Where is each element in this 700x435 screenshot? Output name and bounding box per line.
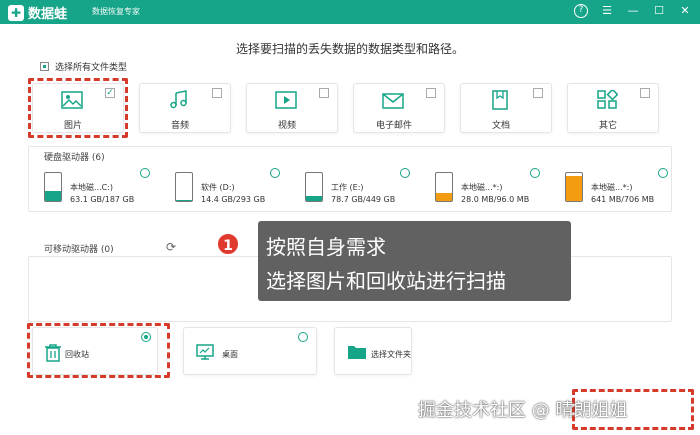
checkbox-icon[interactable] — [40, 62, 49, 71]
file-type-checkbox[interactable] — [212, 88, 222, 98]
video-icon — [275, 89, 297, 111]
drive-name: 工作 (E:) — [331, 183, 364, 192]
instruction-tooltip: 按照自身需求 选择图片和回收站进行扫描 — [258, 221, 571, 301]
select-all-label: 选择所有文件类型 — [55, 63, 128, 73]
app-subtitle: 数据恢复专家 — [92, 7, 140, 16]
location-label: 桌面 — [222, 350, 238, 359]
drive-name: 软件 (D:) — [201, 183, 235, 192]
file-type-label: 视频 — [277, 121, 296, 131]
minimize-icon[interactable]: — — [626, 4, 640, 18]
file-type-checkbox[interactable] — [533, 88, 543, 98]
drive-size: 63.1 GB/187 GB — [70, 195, 135, 204]
page-heading: 选择要扫描的丢失数据的数据类型和路径。 — [235, 42, 464, 56]
location-label: 选择文件夹 — [371, 350, 411, 359]
step-number-badge: 1 — [216, 232, 240, 256]
help-icon[interactable]: ? — [574, 4, 588, 18]
drive-icon — [565, 172, 583, 202]
file-type-checkbox[interactable] — [640, 88, 650, 98]
file-type-label: 音频 — [170, 121, 189, 131]
file-type-audio[interactable]: 音频 — [139, 83, 231, 133]
drive-size: 78.7 GB/449 GB — [331, 195, 396, 204]
tooltip-line-2: 选择图片和回收站进行扫描 — [266, 269, 506, 293]
drive-icon — [44, 172, 62, 202]
app-logo: ✚ 数据蛙 — [8, 3, 67, 22]
file-type-other[interactable]: 其它 — [567, 83, 659, 133]
folder-icon — [347, 344, 367, 363]
drive-radio[interactable] — [658, 168, 668, 178]
drive-radio[interactable] — [270, 168, 280, 178]
refresh-icon[interactable]: ⟳ — [166, 240, 176, 254]
select-all-checkbox[interactable]: 选择所有文件类型 — [40, 60, 127, 73]
drive-icon — [305, 172, 323, 202]
drive-name: 本地磁...C:) — [70, 183, 114, 192]
app-name: 数据蛙 — [28, 7, 68, 22]
hard-drive-section-label: 硬盘驱动器 (6) — [44, 153, 105, 163]
file-type-document[interactable]: 文档 — [460, 83, 552, 133]
other-icon — [596, 89, 618, 111]
maximize-icon[interactable]: ☐ — [652, 4, 666, 18]
drive-icon — [175, 172, 193, 202]
tooltip-line-1: 按照自身需求 — [266, 235, 386, 259]
highlight-image-box — [28, 78, 128, 138]
drive-size: 641 MB/706 MB — [591, 195, 655, 204]
location-desktop[interactable]: 桌面 — [183, 327, 317, 375]
drive-radio[interactable] — [400, 168, 410, 178]
highlight-recycle-bin-box — [27, 323, 170, 378]
music-icon — [168, 89, 190, 111]
file-type-checkbox[interactable] — [319, 88, 329, 98]
file-type-label: 其它 — [598, 121, 617, 131]
file-type-label: 文档 — [491, 121, 510, 131]
drive-item[interactable]: 本地磁...*:) 641 MB/706 MB — [565, 172, 685, 206]
desktop-icon — [196, 344, 214, 363]
document-icon — [489, 89, 511, 111]
frog-logo-icon: ✚ — [8, 4, 24, 21]
location-choose-folder[interactable]: 选择文件夹 — [334, 327, 412, 375]
drive-icon — [435, 172, 453, 202]
drive-name: 本地磁...*:) — [591, 183, 633, 192]
drive-size: 14.4 GB/293 GB — [201, 195, 266, 204]
file-type-email[interactable]: 电子邮件 — [353, 83, 445, 133]
drive-size: 28.0 MB/96.0 MB — [461, 195, 530, 204]
drive-radio[interactable] — [140, 168, 150, 178]
title-bar: ✚ 数据蛙 数据恢复专家 ? ☰ — ☐ ✕ — [0, 0, 700, 24]
file-type-checkbox[interactable] — [426, 88, 436, 98]
drive-radio[interactable] — [530, 168, 540, 178]
location-radio[interactable] — [298, 332, 308, 342]
watermark-text: 掘金技术社区 @ 晴朗姐姐 — [418, 400, 628, 421]
email-icon — [382, 89, 404, 111]
close-icon[interactable]: ✕ — [678, 4, 692, 18]
drive-name: 本地磁...*:) — [461, 183, 503, 192]
file-type-video[interactable]: 视频 — [246, 83, 338, 133]
menu-icon[interactable]: ☰ — [600, 4, 614, 18]
removable-section-label: 可移动驱动器 (0) — [44, 245, 114, 255]
file-type-label: 电子邮件 — [375, 121, 412, 131]
